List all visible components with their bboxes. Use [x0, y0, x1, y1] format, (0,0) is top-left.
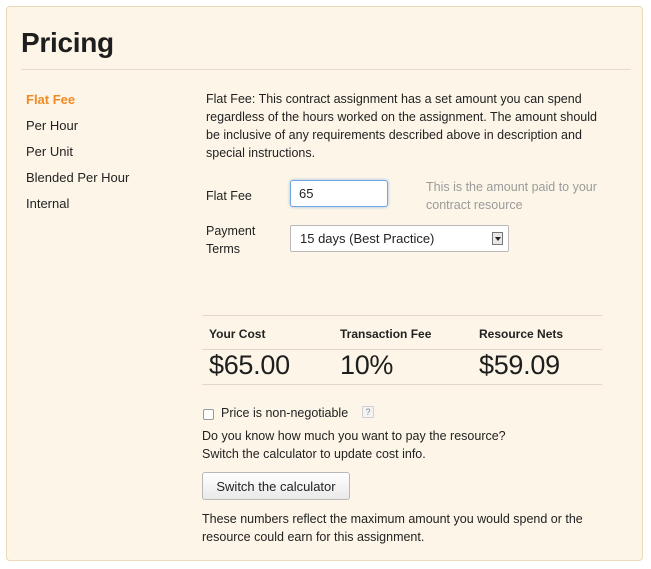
- nav-item-per-unit[interactable]: Per Unit: [26, 144, 129, 170]
- flat-fee-input[interactable]: [290, 180, 388, 207]
- non-negotiable-checkbox[interactable]: [203, 409, 214, 420]
- resource-nets-value: $59.09: [479, 350, 560, 380]
- title-divider: [21, 69, 631, 70]
- your-cost-header: Your Cost: [209, 327, 266, 341]
- calculator-prompt-line1: Do you know how much you want to pay the…: [202, 429, 506, 443]
- help-icon[interactable]: ?: [362, 406, 374, 418]
- calculator-prompt-line2: Switch the calculator to update cost inf…: [202, 447, 426, 461]
- non-negotiable-label[interactable]: Price is non-negotiable: [221, 404, 348, 422]
- payment-terms-selected: 15 days (Best Practice): [300, 231, 435, 246]
- flat-fee-label: Flat Fee: [206, 189, 252, 203]
- pricing-type-nav: Flat Fee Per Hour Per Unit Blended Per H…: [26, 92, 129, 222]
- nav-item-per-hour[interactable]: Per Hour: [26, 118, 129, 144]
- payment-terms-label: Payment Terms: [206, 224, 256, 256]
- dropdown-arrow-icon: [492, 232, 503, 245]
- pricing-panel: Pricing Flat Fee Per Hour Per Unit Blend…: [6, 6, 643, 561]
- nav-item-internal[interactable]: Internal: [26, 196, 129, 222]
- payment-terms-select[interactable]: 15 days (Best Practice): [290, 225, 509, 252]
- page-title: Pricing: [21, 27, 114, 58]
- your-cost-value: $65.00: [209, 350, 290, 380]
- switch-calculator-button[interactable]: Switch the calculator: [202, 472, 350, 500]
- transaction-fee-header: Transaction Fee: [340, 327, 432, 341]
- flat-fee-hint: This is the amount paid to your contract…: [426, 180, 597, 212]
- resource-nets-header: Resource Nets: [479, 327, 564, 341]
- nav-item-blended-per-hour[interactable]: Blended Per Hour: [26, 170, 129, 196]
- transaction-fee-value: 10%: [340, 350, 394, 380]
- footnote-text: These numbers reflect the maximum amount…: [202, 512, 583, 544]
- cost-table-top-rule: [202, 315, 602, 316]
- nav-item-flat-fee[interactable]: Flat Fee: [26, 92, 129, 118]
- pricing-description: Flat Fee: This contract assignment has a…: [206, 92, 597, 160]
- cost-table-bottom-rule: [202, 384, 602, 385]
